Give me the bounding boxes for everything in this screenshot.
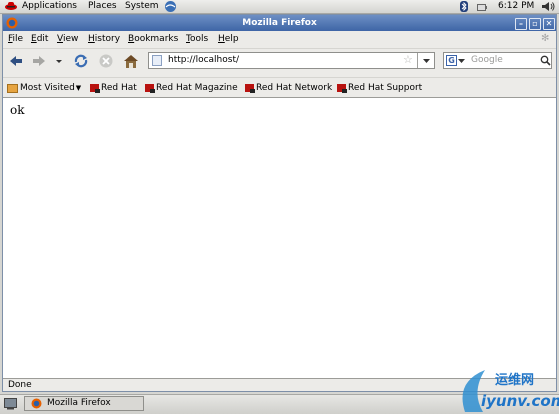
redhat-bookmark-icon bbox=[337, 84, 347, 93]
title-bar[interactable]: Mozilla Firefox – ▫ ✕ bbox=[3, 15, 556, 31]
bookmark-red-hat-support[interactable]: Red Hat Support bbox=[337, 82, 422, 94]
redhat-bookmark-icon bbox=[145, 84, 155, 93]
applications-menu[interactable]: Applications bbox=[22, 0, 77, 13]
clock[interactable]: 6:12 PM bbox=[498, 0, 534, 13]
bookmark-label: Red Hat Network bbox=[256, 83, 333, 93]
forward-button[interactable] bbox=[31, 53, 49, 69]
redhat-logo-icon[interactable] bbox=[5, 1, 17, 11]
page-text: ok bbox=[10, 103, 25, 117]
bookmark-red-hat-magazine[interactable]: Red Hat Magazine bbox=[145, 82, 238, 94]
most-visited-folder[interactable]: Most Visited ▼ bbox=[7, 82, 81, 94]
home-button[interactable] bbox=[122, 53, 140, 69]
site-identity-icon[interactable] bbox=[152, 55, 162, 66]
firefox-window: Mozilla Firefox – ▫ ✕ File Edit View His… bbox=[2, 14, 557, 392]
bookmark-label: Red Hat bbox=[101, 83, 137, 93]
taskbar-window-label: Mozilla Firefox bbox=[47, 398, 111, 408]
history-dropdown-icon[interactable] bbox=[54, 53, 64, 69]
redhat-bookmark-icon bbox=[245, 84, 255, 93]
search-input[interactable]: Google bbox=[471, 55, 503, 65]
page-content[interactable]: ok bbox=[3, 97, 556, 379]
minimize-button[interactable]: – bbox=[515, 18, 527, 30]
status-text: Done bbox=[8, 380, 32, 390]
back-button[interactable] bbox=[8, 53, 26, 69]
bookmark-label: Red Hat Support bbox=[348, 83, 423, 93]
places-menu[interactable]: Places bbox=[88, 0, 117, 13]
window-title: Mozilla Firefox bbox=[242, 18, 317, 28]
maximize-button[interactable]: ▫ bbox=[529, 18, 541, 30]
folder-icon bbox=[7, 83, 18, 93]
stop-button[interactable] bbox=[98, 53, 116, 69]
most-visited-label: Most Visited bbox=[20, 83, 75, 93]
menu-view[interactable]: View bbox=[57, 34, 78, 44]
search-engine-icon[interactable]: G bbox=[446, 55, 457, 66]
bookmark-red-hat-network[interactable]: Red Hat Network bbox=[245, 82, 332, 94]
taskbar-window-button[interactable]: Mozilla Firefox bbox=[24, 396, 144, 411]
menu-history[interactable]: History bbox=[88, 34, 120, 44]
bookmark-star-icon[interactable]: ☆ bbox=[403, 53, 413, 66]
menu-bookmarks[interactable]: Bookmarks bbox=[128, 34, 178, 44]
bookmark-red-hat[interactable]: Red Hat bbox=[90, 82, 137, 94]
watermark-domain: iyunv.com bbox=[481, 392, 559, 410]
firefox-icon bbox=[31, 398, 42, 412]
redhat-bookmark-icon bbox=[90, 84, 100, 93]
menu-bar: File Edit View History Bookmarks Tools H… bbox=[3, 31, 556, 48]
search-magnifier-icon[interactable] bbox=[540, 55, 551, 69]
url-dropdown-icon[interactable] bbox=[417, 53, 435, 68]
chevron-down-icon: ▼ bbox=[75, 84, 82, 92]
menu-tools[interactable]: Tools bbox=[186, 34, 208, 44]
bookmarks-toolbar: Most Visited ▼ Red Hat Red Hat Magazine … bbox=[3, 77, 556, 98]
reload-button[interactable] bbox=[72, 53, 90, 69]
menu-file[interactable]: File bbox=[8, 34, 23, 44]
url-bar[interactable]: http://localhost/ ☆ bbox=[148, 52, 435, 69]
bookmark-label: Red Hat Magazine bbox=[156, 83, 238, 93]
url-text[interactable]: http://localhost/ bbox=[168, 55, 239, 65]
activity-throbber-icon: ✻ bbox=[541, 33, 550, 44]
watermark-cn: 运维网 bbox=[495, 373, 535, 388]
top-panel: Applications Places System 6:12 PM bbox=[0, 0, 559, 14]
system-menu[interactable]: System bbox=[125, 0, 159, 13]
close-button[interactable]: ✕ bbox=[543, 18, 555, 30]
search-bar[interactable]: G Google bbox=[443, 52, 552, 69]
show-desktop-icon[interactable] bbox=[4, 398, 17, 413]
search-engine-dropdown-icon[interactable] bbox=[458, 56, 465, 68]
menu-help[interactable]: Help bbox=[218, 34, 239, 44]
menu-edit[interactable]: Edit bbox=[31, 34, 48, 44]
watermark: 运维网 iyunv.com bbox=[455, 362, 559, 413]
